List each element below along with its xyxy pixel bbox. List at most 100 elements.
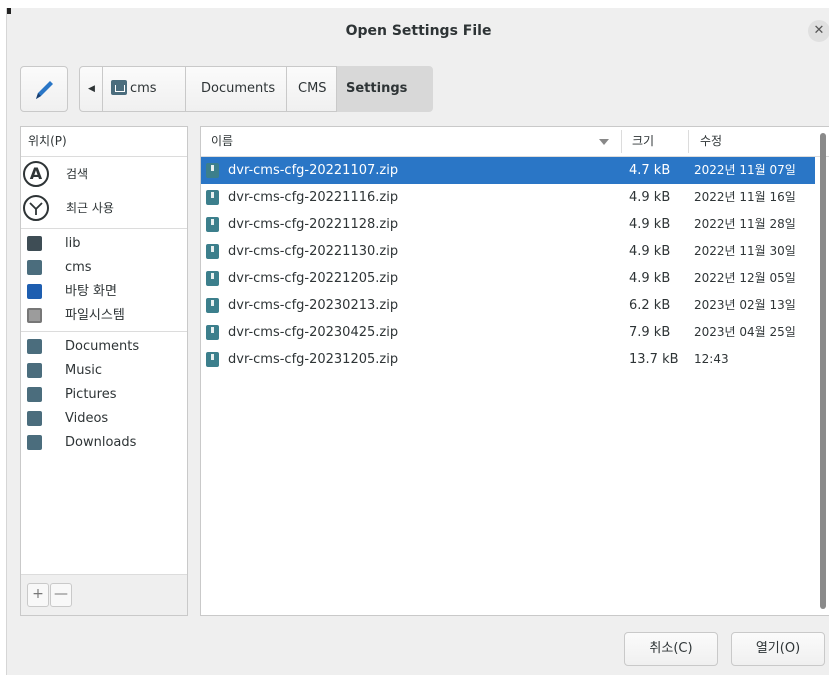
file-modified: 12:43 [694,352,729,366]
file-name: dvr-cms-cfg-20221130.zip [228,244,399,259]
documents-folder-icon [27,339,42,354]
file-size: 4.9 kB [629,217,671,232]
file-name: dvr-cms-cfg-20221107.zip [228,163,399,178]
sidebar-item-cms[interactable]: cms [21,256,187,280]
zip-file-icon [206,325,219,340]
file-name: dvr-cms-cfg-20221205.zip [228,271,399,286]
search-icon: A [23,161,49,187]
pencil-icon [36,81,53,99]
file-name: dvr-cms-cfg-20230213.zip [228,298,399,313]
recent-icon [23,195,49,221]
file-modified: 2022년 12월 05일 [694,271,796,285]
file-modified: 2023년 02월 13일 [694,298,796,312]
sidebar-item-desktop[interactable]: 바탕 화면 [21,280,187,304]
file-size: 4.7 kB [629,163,671,178]
file-name: dvr-cms-cfg-20231205.zip [228,352,399,367]
column-header-name[interactable]: 이름 [211,127,233,156]
path-segment-label: Documents [201,81,276,96]
path-segment-label: Settings [346,81,408,96]
titlebar: Open Settings File ✕ [7,8,829,52]
chevron-left-icon: ◀ [88,84,95,94]
close-icon: ✕ [813,23,825,38]
file-modified: 2023년 04월 25일 [694,325,796,339]
minus-icon: — [54,586,68,602]
file-row[interactable]: dvr-cms-cfg-20221107.zip 4.7 kB 2022년 11… [201,157,815,184]
sidebar-item-pictures[interactable]: Pictures [21,383,187,407]
file-list: 이름 크기 수정 dvr-cms-cfg-20221107.zip 4.7 kB… [200,126,829,616]
sidebar-item-search[interactable]: A 검색 [21,157,187,191]
zip-file-icon [206,352,219,367]
file-name: dvr-cms-cfg-20221128.zip [228,217,399,232]
sidebar-item-label: 파일시스템 [65,308,125,323]
file-rows: dvr-cms-cfg-20221107.zip 4.7 kB 2022년 11… [201,157,815,373]
sidebar-divider [21,228,187,229]
drive-icon [27,308,42,323]
sidebar-item-lib[interactable]: lib [21,232,187,256]
file-size: 4.9 kB [629,190,671,205]
column-divider [688,130,689,153]
file-row[interactable]: dvr-cms-cfg-20221116.zip 4.9 kB 2022년 11… [201,184,815,211]
file-modified: 2022년 11월 28일 [694,217,796,231]
cancel-button[interactable]: 취소(C) [624,632,718,666]
path-segment-settings[interactable]: Settings [337,66,433,112]
sidebar-header: 위치(P) [21,127,187,157]
music-folder-icon [27,363,42,378]
path-scroll-left-button[interactable]: ◀ [79,66,103,112]
downloads-folder-icon [27,435,42,450]
file-row[interactable]: dvr-cms-cfg-20231205.zip 13.7 kB 12:43 [201,346,815,373]
desktop-icon [27,284,42,299]
path-segment-cms-folder[interactable]: CMS [286,66,337,112]
dialog-title: Open Settings File [345,23,492,39]
sidebar-item-downloads[interactable]: Downloads [21,431,187,455]
file-size: 4.9 kB [629,271,671,286]
file-row[interactable]: dvr-cms-cfg-20221130.zip 4.9 kB 2022년 11… [201,238,815,265]
sidebar-item-label: 바탕 화면 [65,284,117,299]
remove-bookmark-button[interactable]: — [50,583,72,607]
sort-descending-icon [599,139,609,145]
zip-file-icon [206,271,219,286]
sidebar-item-label: Documents [65,339,140,354]
open-settings-dialog: Open Settings File ✕ ◀ cms Documents CMS [6,8,829,675]
close-button[interactable]: ✕ [808,20,829,42]
vertical-scrollbar[interactable] [820,133,826,609]
file-row[interactable]: dvr-cms-cfg-20221205.zip 4.9 kB 2022년 12… [201,265,815,292]
home-folder-icon [27,260,42,275]
file-row[interactable]: dvr-cms-cfg-20221128.zip 4.9 kB 2022년 11… [201,211,815,238]
sidebar-divider [21,331,187,332]
plus-icon: + [32,586,44,602]
file-size: 6.2 kB [629,298,671,313]
sidebar-item-label: Pictures [65,387,117,402]
file-row[interactable]: dvr-cms-cfg-20230213.zip 6.2 kB 2023년 02… [201,292,815,319]
column-header-modified[interactable]: 수정 [700,127,722,156]
column-header-size[interactable]: 크기 [632,127,654,156]
sidebar-item-recent[interactable]: 최근 사용 [21,191,187,225]
sidebar-item-label: 검색 [66,167,89,181]
open-button[interactable]: 열기(O) [731,632,825,666]
edit-location-button[interactable] [20,66,68,112]
sidebar-item-videos[interactable]: Videos [21,407,187,431]
sidebar-item-label: Videos [65,411,109,426]
places-sidebar: 위치(P) A 검색 최근 사용 lib cms 바탕 화면 파일시스템 Doc… [20,126,188,616]
file-row[interactable]: dvr-cms-cfg-20230425.zip 7.9 kB 2023년 04… [201,319,815,346]
path-segment-label: cms [130,81,157,96]
add-bookmark-button[interactable]: + [27,583,49,607]
path-segment-documents[interactable]: Documents [185,66,287,112]
file-size: 13.7 kB [629,352,679,367]
sidebar-item-filesystem[interactable]: 파일시스템 [21,304,187,328]
zip-file-icon [206,298,219,313]
folder-icon [27,236,42,251]
sidebar-footer: + — [21,574,187,615]
file-name: dvr-cms-cfg-20221116.zip [228,190,399,205]
file-name: dvr-cms-cfg-20230425.zip [228,325,399,340]
zip-file-icon [206,190,219,205]
home-folder-icon [111,80,127,95]
file-modified: 2022년 11월 07일 [694,163,796,177]
file-size: 7.9 kB [629,325,671,340]
sidebar-item-documents[interactable]: Documents [21,335,187,359]
path-segment-cms[interactable]: cms [102,66,186,112]
file-list-header: 이름 크기 수정 [201,127,829,157]
file-modified: 2022년 11월 16일 [694,190,796,204]
file-size: 4.9 kB [629,244,671,259]
sidebar-item-music[interactable]: Music [21,359,187,383]
sidebar-item-label: Music [65,363,102,378]
